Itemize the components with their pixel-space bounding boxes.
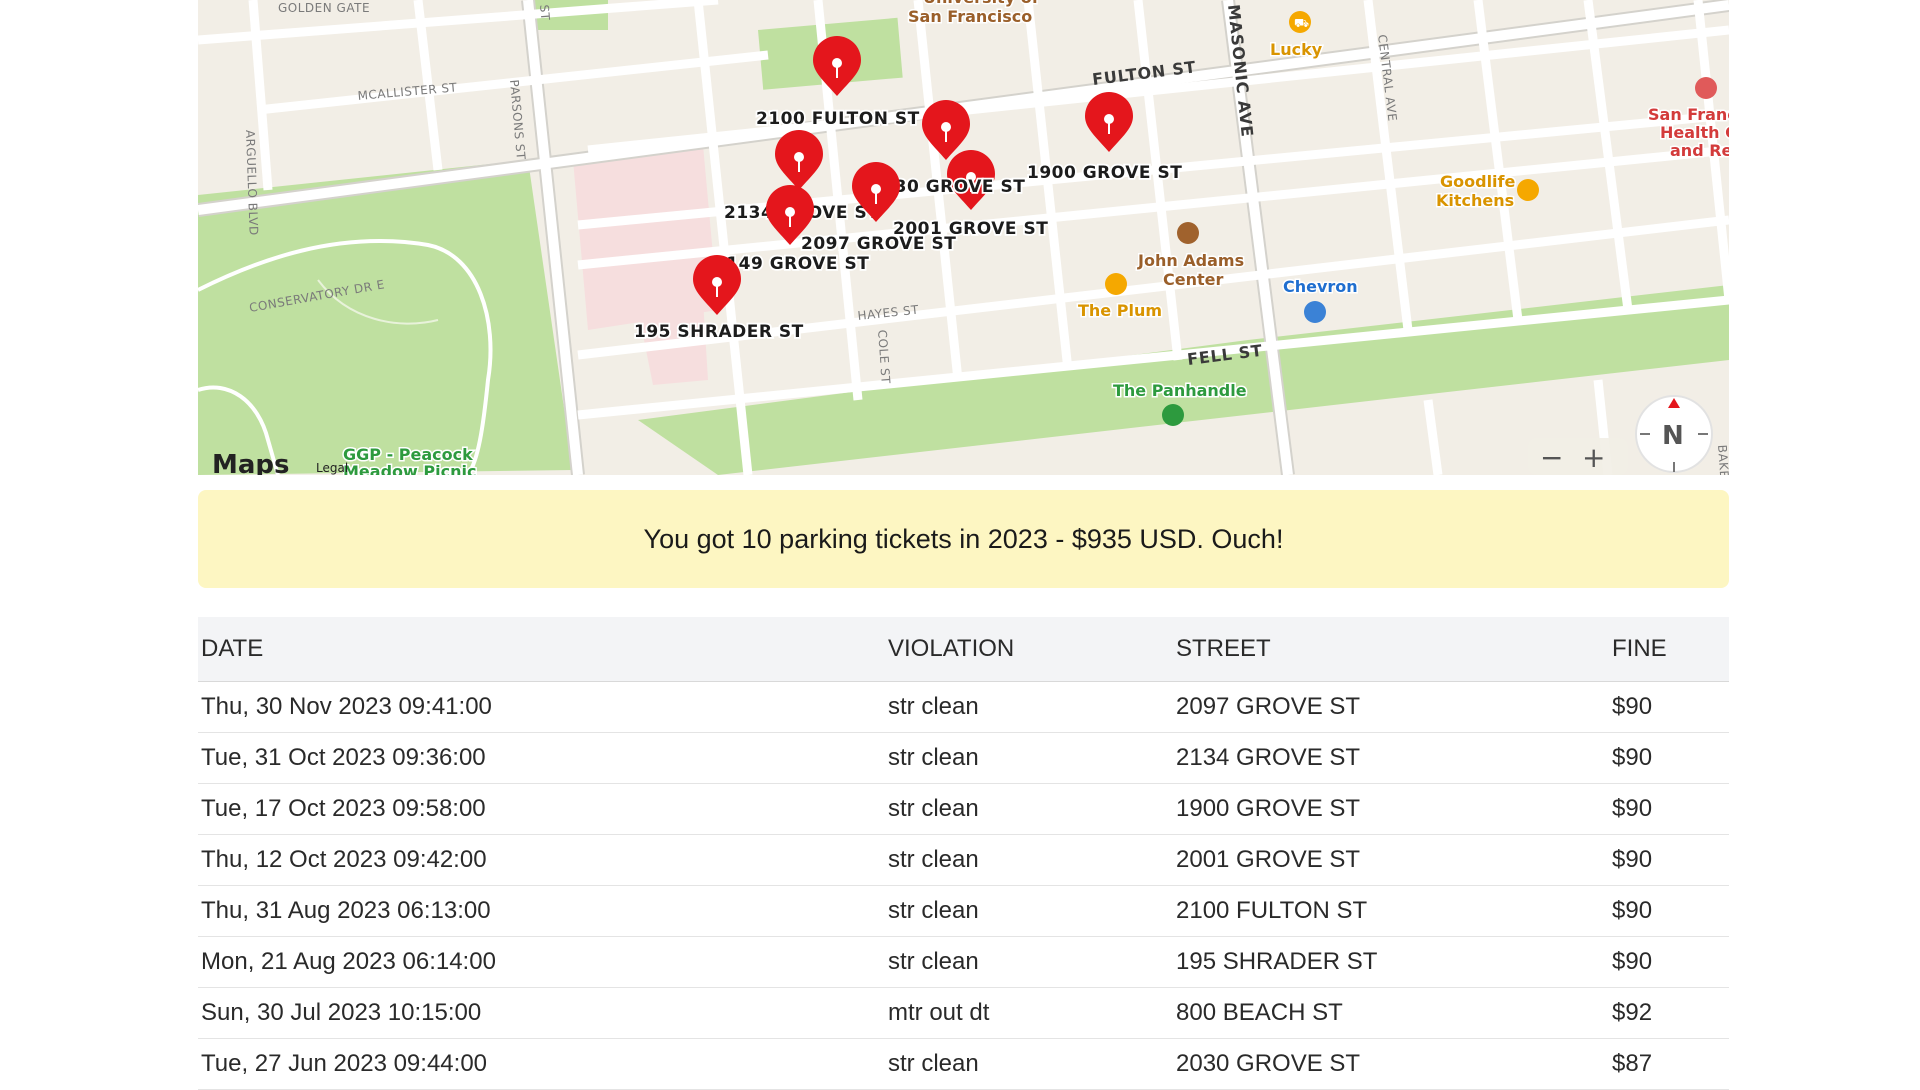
pin-label-2100-fulton: 2100 FULTON ST: [756, 109, 920, 129]
summary-text: You got 10 parking tickets in 2023 - $93…: [643, 523, 1284, 554]
cell-date: Thu, 12 Oct 2023 09:42:00: [198, 834, 885, 886]
cell-fine: $90: [1609, 732, 1729, 784]
table-row[interactable]: Thu, 31 Aug 2023 06:13:00 str clean 2100…: [198, 885, 1729, 937]
cell-fine: $92: [1609, 987, 1729, 1039]
poi-the-plum[interactable]: The Plum: [1077, 300, 1164, 322]
tickets-table: DATE VIOLATION STREET FINE Thu, 30 Nov 2…: [198, 617, 1729, 1090]
header-street[interactable]: STREET: [1173, 617, 1609, 682]
zoom-in-button[interactable]: +: [1582, 441, 1605, 474]
cell-date: Sun, 30 Jul 2023 10:15:00: [198, 987, 885, 1039]
cell-fine: $90: [1609, 936, 1729, 988]
cell-violation: str clean: [885, 681, 1173, 733]
cell-violation: str clean: [885, 1038, 1173, 1090]
cell-fine: $90: [1609, 834, 1729, 886]
poi-sf-health-line3: and Reha: [1670, 141, 1729, 160]
cell-street: 2100 FULTON ST: [1173, 885, 1609, 937]
svg-text:⛟: ⛟: [1294, 16, 1309, 30]
poi-goodlife-line1: Goodlife: [1440, 172, 1516, 191]
poi-john-adams-line2: Center: [1163, 270, 1223, 289]
cell-street: 2001 GROVE ST: [1173, 834, 1609, 886]
pin-label-1900-grove: 1900 GROVE ST: [1027, 163, 1182, 183]
compass-n-label: N: [1662, 421, 1684, 451]
cell-street: 2097 GROVE ST: [1173, 681, 1609, 733]
poi-lucky[interactable]: Lucky: [1269, 39, 1325, 61]
hospital-icon[interactable]: [1695, 77, 1717, 99]
table-row[interactable]: Tue, 31 Oct 2023 09:36:00 str clean 2134…: [198, 732, 1729, 784]
street-label-golden-gate: GOLDEN GATE: [278, 1, 370, 15]
summary-banner: You got 10 parking tickets in 2023 - $93…: [198, 490, 1729, 588]
table-row[interactable]: Mon, 21 Aug 2023 06:14:00 str clean 195 …: [198, 936, 1729, 988]
cell-street: 2134 GROVE ST: [1173, 732, 1609, 784]
zoom-out-button[interactable]: −: [1540, 441, 1563, 474]
pin-label-2097-grove: 2097 GROVE ST: [801, 234, 956, 254]
park-icon[interactable]: [1162, 404, 1184, 426]
zoom-controls[interactable]: − +: [1528, 438, 1628, 475]
table-row[interactable]: Thu, 12 Oct 2023 09:42:00 str clean 2001…: [198, 834, 1729, 886]
table-row[interactable]: Sun, 30 Jul 2023 10:15:00 mtr out dt 800…: [198, 987, 1729, 1039]
poi-sf-health-line2: Health Ca: [1660, 123, 1729, 142]
poi-chevron[interactable]: Chevron: [1282, 276, 1360, 298]
street-label-st: ST: [537, 4, 552, 21]
table-row[interactable]: Thu, 30 Nov 2023 09:41:00 str clean 2097…: [198, 681, 1729, 733]
cell-fine: $90: [1609, 885, 1729, 937]
apple-maps-logo: Maps: [212, 450, 290, 475]
school-icon[interactable]: [1177, 222, 1199, 244]
poi-goodlife-line2: Kitchens: [1436, 191, 1514, 210]
compass[interactable]: N: [1635, 395, 1713, 473]
map-view[interactable]: GOLDEN GATE ARGUELLO BLVD MCALLISTER ST …: [198, 0, 1729, 475]
pin-label-195-shrader: 195 SHRADER ST: [634, 322, 804, 342]
legal-link[interactable]: Legal: [316, 461, 348, 475]
poi-usf-line1: University of: [923, 0, 1040, 7]
table-header-row: DATE VIOLATION STREET FINE: [198, 617, 1729, 682]
poi-john-adams-line1: John Adams: [1137, 251, 1244, 270]
cell-violation: str clean: [885, 732, 1173, 784]
restaurant-icon[interactable]: [1517, 179, 1539, 201]
street-label-baker: BAKER: [1715, 444, 1729, 475]
cell-violation: str clean: [885, 783, 1173, 835]
cell-fine: $90: [1609, 681, 1729, 733]
cell-date: Mon, 21 Aug 2023 06:14:00: [198, 936, 885, 988]
poi-usf-line2: San Francisco: [908, 7, 1032, 26]
cell-date: Thu, 30 Nov 2023 09:41:00: [198, 681, 885, 733]
gas-station-icon[interactable]: [1304, 301, 1326, 323]
cell-date: Thu, 31 Aug 2023 06:13:00: [198, 885, 885, 937]
poi-panhandle[interactable]: The Panhandle: [1112, 380, 1249, 402]
cell-street: 195 SHRADER ST: [1173, 936, 1609, 988]
table-row[interactable]: Tue, 27 Jun 2023 09:44:00 str clean 2030…: [198, 1038, 1729, 1090]
header-violation[interactable]: VIOLATION: [885, 617, 1173, 682]
cell-street: 2030 GROVE ST: [1173, 1038, 1609, 1090]
cell-street: 1900 GROVE ST: [1173, 783, 1609, 835]
poi-sf-health-line1: San Franci: [1648, 105, 1729, 124]
cell-date: Tue, 31 Oct 2023 09:36:00: [198, 732, 885, 784]
cell-fine: $90: [1609, 783, 1729, 835]
cell-violation: mtr out dt: [885, 987, 1173, 1039]
cell-date: Tue, 17 Oct 2023 09:58:00: [198, 783, 885, 835]
cell-violation: str clean: [885, 936, 1173, 988]
header-date[interactable]: DATE: [198, 617, 885, 682]
cell-violation: str clean: [885, 834, 1173, 886]
table-row[interactable]: Tue, 17 Oct 2023 09:58:00 str clean 1900…: [198, 783, 1729, 835]
cell-date: Tue, 27 Jun 2023 09:44:00: [198, 1038, 885, 1090]
food-icon[interactable]: [1105, 273, 1127, 295]
cell-street: 800 BEACH ST: [1173, 987, 1609, 1039]
header-fine[interactable]: FINE: [1609, 617, 1729, 682]
cell-fine: $87: [1609, 1038, 1729, 1090]
cell-violation: str clean: [885, 885, 1173, 937]
poi-ggp-line2: Meadow Picnic: [343, 462, 476, 475]
